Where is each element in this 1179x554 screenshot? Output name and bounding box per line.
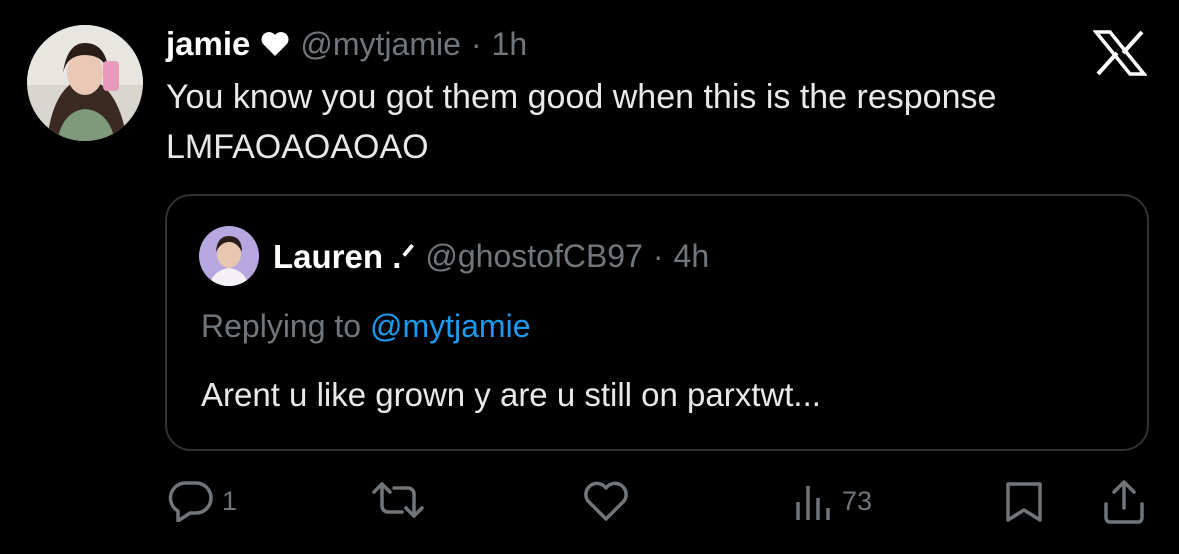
reply-count: 1 bbox=[222, 485, 238, 516]
retweet-button[interactable] bbox=[370, 480, 426, 520]
like-icon bbox=[584, 481, 628, 521]
bookmark-icon bbox=[1006, 482, 1042, 522]
action-bar: 1 73 bbox=[0, 470, 1179, 530]
reply-icon bbox=[168, 481, 213, 522]
author-handle[interactable]: @mytjamie bbox=[300, 26, 461, 63]
avatar-image bbox=[27, 25, 143, 141]
tweet-text: You know you got them good when this is … bbox=[166, 78, 997, 166]
quoted-time-separator: · bbox=[652, 237, 664, 274]
share-button[interactable] bbox=[1102, 478, 1146, 524]
replying-to-mention[interactable]: @mytjamie bbox=[370, 308, 531, 344]
reply-button[interactable]: 1 bbox=[168, 480, 237, 522]
author-avatar[interactable] bbox=[27, 25, 143, 141]
quoted-author-handle[interactable]: @ghostofCB97 bbox=[425, 238, 643, 275]
quoted-author-name[interactable]: Lauren .ᐟ bbox=[273, 237, 415, 276]
like-button[interactable] bbox=[582, 480, 630, 522]
time-separator: · bbox=[470, 25, 482, 62]
author-name[interactable]: jamie bbox=[166, 25, 250, 63]
tweet-time[interactable]: 1h bbox=[492, 26, 528, 63]
replying-to-label: Replying to bbox=[201, 308, 362, 344]
quoted-time[interactable]: 4h bbox=[674, 238, 710, 275]
x-logo-icon[interactable] bbox=[1092, 30, 1148, 76]
views-count: 73 bbox=[842, 485, 873, 516]
retweet-icon bbox=[372, 482, 424, 518]
heart-emoji-icon bbox=[260, 31, 290, 57]
quoted-author-avatar[interactable] bbox=[199, 226, 259, 286]
views-icon bbox=[796, 486, 830, 520]
share-icon bbox=[1104, 480, 1144, 524]
tweet-header: jamie @mytjamie · 1h bbox=[166, 24, 527, 64]
quoted-header: Lauren .ᐟ @ghostofCB97 · 4h bbox=[273, 236, 709, 276]
quoted-text: Arent u like grown y are u still on parx… bbox=[201, 376, 821, 413]
bookmark-button[interactable] bbox=[1004, 480, 1044, 524]
quoted-tweet[interactable]: Lauren .ᐟ @ghostofCB97 · 4h Replying to … bbox=[165, 194, 1149, 451]
views-button[interactable]: 73 bbox=[794, 480, 872, 522]
quoted-avatar-image bbox=[199, 226, 259, 286]
replying-to-line: Replying to @mytjamie bbox=[201, 308, 530, 345]
